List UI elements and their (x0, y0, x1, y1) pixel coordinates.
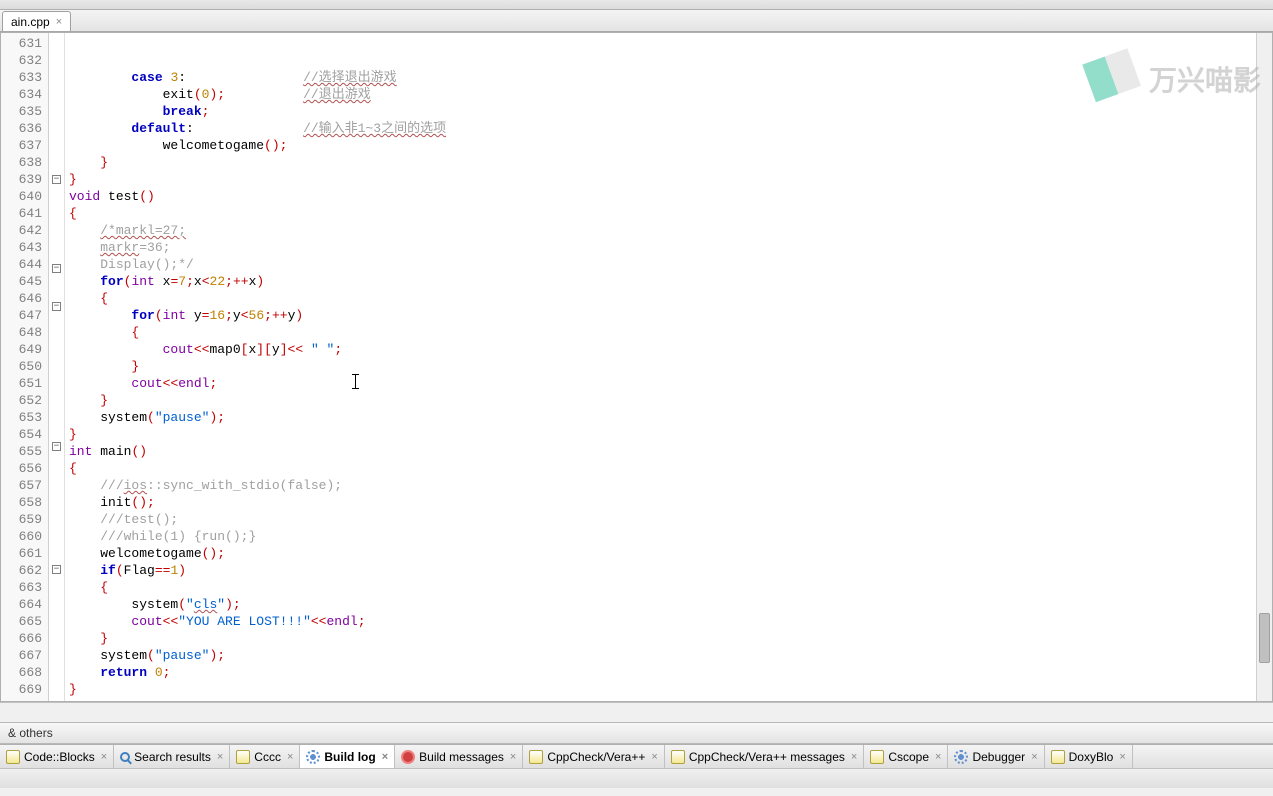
code-line[interactable] (69, 698, 1256, 715)
code-line[interactable]: } (69, 392, 1256, 409)
fold-column[interactable]: − − − − − (49, 33, 65, 701)
line-number: 661 (1, 545, 42, 562)
close-icon[interactable]: × (56, 16, 62, 28)
code-line[interactable]: } (69, 681, 1256, 698)
code-line[interactable]: init(); (69, 494, 1256, 511)
code-line[interactable]: system("pause"); (69, 409, 1256, 426)
fold-toggle-icon[interactable]: − (52, 264, 61, 273)
code-line[interactable]: ///ios::sync_with_stdio(false); (69, 477, 1256, 494)
line-number: 652 (1, 392, 42, 409)
line-number: 667 (1, 647, 42, 664)
status-bar (0, 768, 1273, 788)
line-number: 653 (1, 409, 42, 426)
line-number: 633 (1, 69, 42, 86)
line-number: 658 (1, 494, 42, 511)
code-line[interactable]: welcometogame(); (69, 545, 1256, 562)
line-number: 631 (1, 35, 42, 52)
scrollbar-thumb[interactable] (1259, 613, 1270, 663)
line-number: 659 (1, 511, 42, 528)
line-number-gutter: 6316326336346356366376386396406416426436… (1, 33, 49, 701)
line-number: 641 (1, 205, 42, 222)
line-number: 637 (1, 137, 42, 154)
line-number: 643 (1, 239, 42, 256)
code-line[interactable]: { (69, 460, 1256, 477)
line-number: 663 (1, 579, 42, 596)
code-line[interactable]: for(int x=7;x<22;++x) (69, 273, 1256, 290)
line-number: 651 (1, 375, 42, 392)
line-number: 636 (1, 120, 42, 137)
code-line[interactable]: cout<<map0[x][y]<< " "; (69, 341, 1256, 358)
line-number: 668 (1, 664, 42, 681)
code-line[interactable]: case 3: //选择退出游戏 (69, 69, 1256, 86)
code-line[interactable]: /*markl=27; (69, 222, 1256, 239)
vertical-scrollbar[interactable] (1256, 33, 1272, 701)
code-editor[interactable]: case 3: //选择退出游戏 exit(0); //退出游戏 break; … (65, 33, 1256, 701)
code-line[interactable]: break; (69, 103, 1256, 120)
fold-toggle-icon[interactable]: − (52, 302, 61, 311)
line-number: 660 (1, 528, 42, 545)
line-number: 642 (1, 222, 42, 239)
line-number: 645 (1, 273, 42, 290)
fold-toggle-icon[interactable]: − (52, 442, 61, 451)
line-number: 647 (1, 307, 42, 324)
code-line[interactable]: cout<<endl; (69, 375, 1256, 392)
code-line[interactable]: system("cls"); (69, 596, 1256, 613)
code-line[interactable]: { (69, 324, 1256, 341)
line-number: 646 (1, 290, 42, 307)
line-number: 639 (1, 171, 42, 188)
code-line[interactable]: return 0; (69, 664, 1256, 681)
code-line[interactable]: { (69, 579, 1256, 596)
code-line[interactable]: ///test(); (69, 511, 1256, 528)
code-line[interactable]: system("pause"); (69, 647, 1256, 664)
code-line[interactable]: } (69, 154, 1256, 171)
toolbar-strip (0, 0, 1273, 10)
code-line[interactable]: ///while(1) {run();} (69, 528, 1256, 545)
line-number: 650 (1, 358, 42, 375)
editor-area: 6316326336346356366376386396406416426436… (0, 32, 1273, 702)
code-line[interactable]: } (69, 630, 1256, 647)
search-icon (120, 752, 130, 762)
doc-icon (6, 750, 20, 764)
code-line[interactable]: void test() (69, 188, 1256, 205)
line-number: 634 (1, 86, 42, 103)
line-number: 665 (1, 613, 42, 630)
code-line[interactable]: cout<<"YOU ARE LOST!!!"<<endl; (69, 613, 1256, 630)
line-number: 654 (1, 426, 42, 443)
line-number: 662 (1, 562, 42, 579)
code-line[interactable] (69, 715, 1256, 732)
fold-toggle-icon[interactable]: − (52, 565, 61, 574)
file-tabs-bar: ain.cpp × (0, 10, 1273, 32)
code-line[interactable]: { (69, 205, 1256, 222)
line-number: 664 (1, 596, 42, 613)
code-line[interactable]: Display();*/ (69, 256, 1256, 273)
code-line[interactable]: if(Flag==1) (69, 562, 1256, 579)
code-line[interactable]: } (69, 358, 1256, 375)
fold-toggle-icon[interactable]: − (52, 175, 61, 184)
line-number: 657 (1, 477, 42, 494)
line-number: 666 (1, 630, 42, 647)
code-line[interactable]: { (69, 290, 1256, 307)
line-number: 649 (1, 341, 42, 358)
code-line[interactable]: int main() (69, 443, 1256, 460)
line-number: 644 (1, 256, 42, 273)
code-line[interactable]: exit(0); //退出游戏 (69, 86, 1256, 103)
text-cursor-icon (355, 374, 356, 389)
code-line[interactable]: } (69, 426, 1256, 443)
line-number: 648 (1, 324, 42, 341)
line-number: 635 (1, 103, 42, 120)
file-tab-active[interactable]: ain.cpp × (2, 11, 71, 31)
line-number: 638 (1, 154, 42, 171)
line-number: 632 (1, 52, 42, 69)
code-line[interactable]: default: //输入非1~3之间的选项 (69, 120, 1256, 137)
line-number: 640 (1, 188, 42, 205)
code-line[interactable]: welcometogame(); (69, 137, 1256, 154)
code-line[interactable]: for(int y=16;y<56;++y) (69, 307, 1256, 324)
code-line[interactable]: } (69, 171, 1256, 188)
line-number: 669 (1, 681, 42, 698)
file-tab-label: ain.cpp (11, 15, 50, 29)
code-line[interactable]: markr=36; (69, 239, 1256, 256)
line-number: 655 (1, 443, 42, 460)
line-number: 656 (1, 460, 42, 477)
